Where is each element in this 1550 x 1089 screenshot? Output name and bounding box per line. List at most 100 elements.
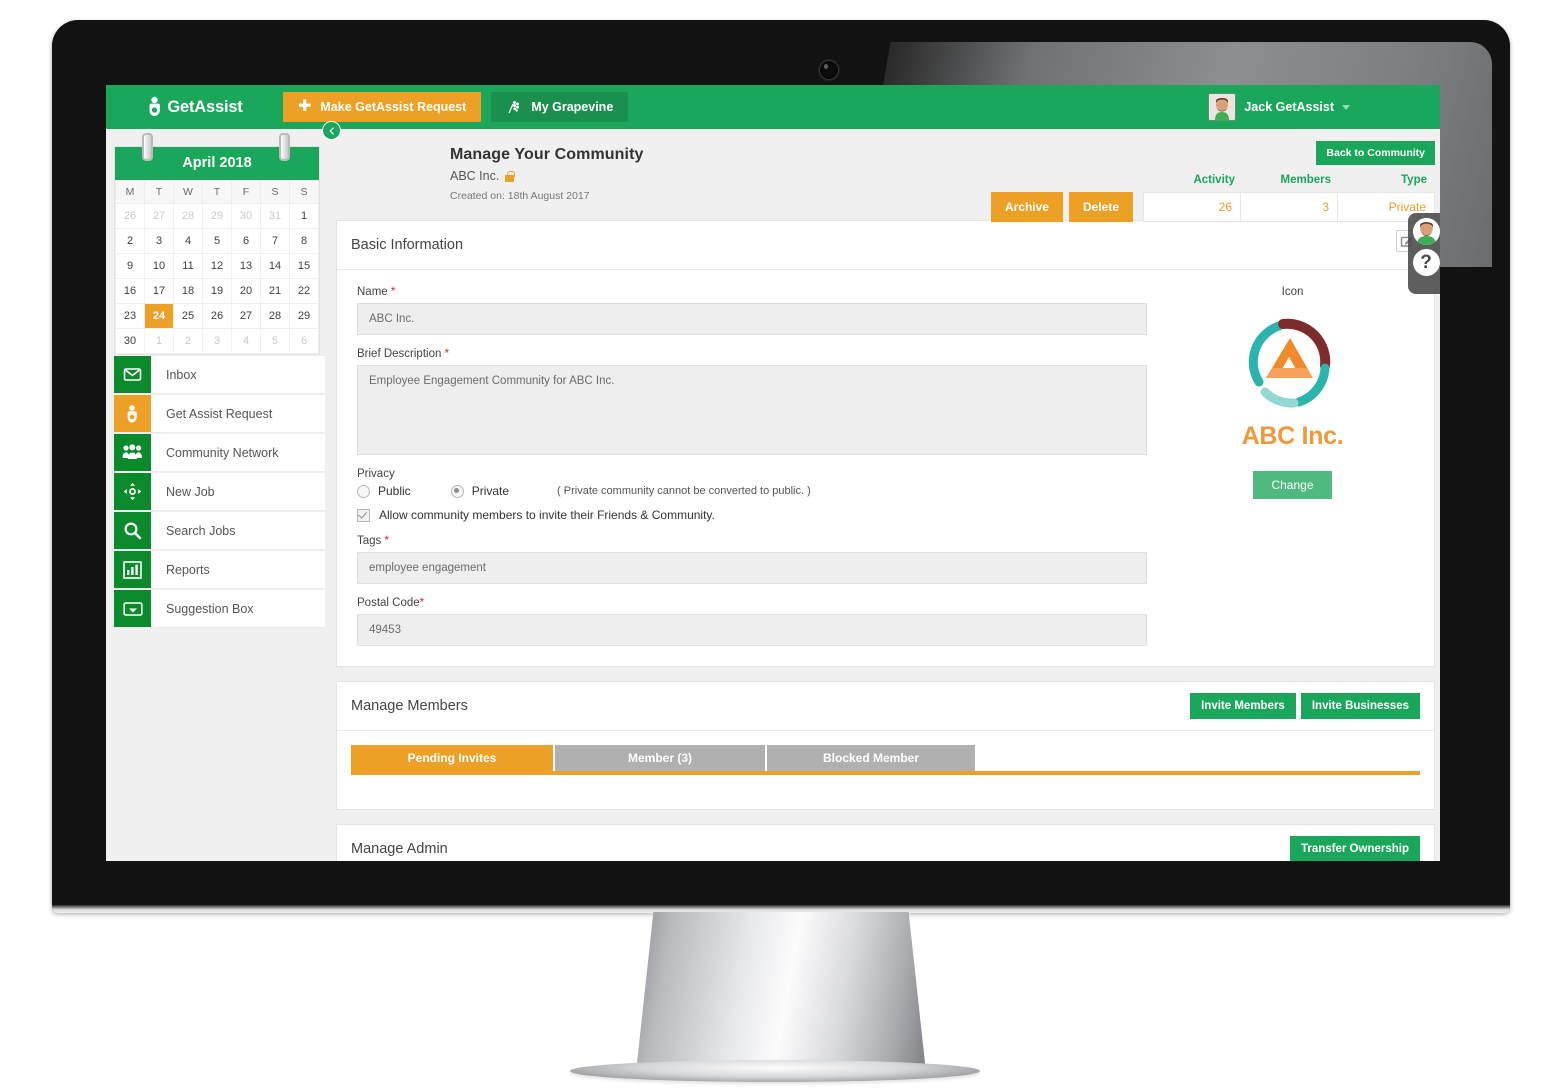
calendar-grid: MTWTFSS 26 27 28 29 30 31 1 2 3 4 5 6 7 8 9 10 11 12 13 14 1… xyxy=(115,180,319,354)
delete-button[interactable]: Delete xyxy=(1068,192,1133,222)
calendar-day[interactable]: 17 xyxy=(144,278,174,304)
description-label-text: Brief Description xyxy=(357,348,442,360)
sidebar-item-get-assist-request[interactable]: Get Assist Request xyxy=(114,395,325,433)
sidebar-item-label: New Job xyxy=(166,484,215,499)
help-question-icon[interactable]: ? xyxy=(1412,249,1440,276)
chevron-down-icon xyxy=(1342,104,1350,110)
calendar-widget[interactable]: April 2018 MTWTFSS 26 27 28 29 30 31 1 2 3 4 5 6 7 8 9… xyxy=(114,133,320,355)
tags-input[interactable]: employee engagement xyxy=(357,552,1147,584)
screenshot-stage: GetAssist ✚ Make GetAssist Request My Gr… xyxy=(0,0,1550,1089)
brand-logo[interactable]: GetAssist xyxy=(106,96,282,118)
name-label: Name * xyxy=(357,286,1147,298)
calendar-day[interactable]: 14 xyxy=(260,253,290,279)
calendar-day[interactable]: 13 xyxy=(231,253,261,279)
getassist-person-icon xyxy=(145,96,165,118)
calendar-day[interactable]: 5 xyxy=(202,228,232,254)
calendar-ring-left-icon xyxy=(142,133,153,161)
allow-invite-row: Allow community members to invite their … xyxy=(357,508,1147,522)
user-menu[interactable]: Jack GetAssist xyxy=(1208,93,1440,121)
calendar-day[interactable]: 29 xyxy=(202,203,232,229)
sidebar-item-label: Get Assist Request xyxy=(166,406,273,421)
community-icon-panel: Icon ABC Inc. Change xyxy=(1185,286,1400,646)
radio-public-label: Public xyxy=(378,484,411,498)
floating-help-panel: ? xyxy=(1408,213,1440,294)
sidebar-collapse-button[interactable] xyxy=(322,121,341,140)
sidebar-item-new-job[interactable]: New Job xyxy=(114,473,325,511)
calendar-week-row: 26 27 28 29 30 31 1 xyxy=(115,203,319,229)
calendar-day[interactable]: 9 xyxy=(115,253,145,279)
calendar-day[interactable]: 29 xyxy=(289,303,319,329)
name-input[interactable]: ABC Inc. xyxy=(357,303,1147,335)
calendar-day[interactable]: 24 xyxy=(144,303,174,329)
calendar-day[interactable]: 30 xyxy=(115,328,145,354)
tab-pending-invites[interactable]: Pending Invites xyxy=(351,745,553,771)
back-to-community-button[interactable]: Back to Community xyxy=(1316,141,1435,165)
calendar-week-row: 30 1 2 3 4 5 6 xyxy=(115,328,319,354)
radio-private[interactable] xyxy=(450,484,464,498)
tab-blocked-member[interactable]: Blocked Member xyxy=(767,745,975,771)
calendar-day[interactable]: 27 xyxy=(144,203,174,229)
sidebar-item-inbox[interactable]: Inbox xyxy=(114,356,325,394)
calendar-day[interactable]: 23 xyxy=(115,303,145,329)
sidebar-item-suggestion-box[interactable]: Suggestion Box xyxy=(114,590,325,628)
page-header: Manage Your Community ABC Inc. Created o… xyxy=(331,129,1440,222)
calendar-day[interactable]: 2 xyxy=(173,328,203,354)
required-asterisk: * xyxy=(419,597,425,609)
calendar-day[interactable]: 6 xyxy=(289,328,319,354)
sidebar-item-community-network[interactable]: Community Network xyxy=(114,434,325,472)
calendar-day[interactable]: 26 xyxy=(115,203,145,229)
radio-public[interactable] xyxy=(357,484,370,498)
calendar-day[interactable]: 30 xyxy=(231,203,261,229)
move-arrows-icon xyxy=(114,473,151,510)
calendar-weekday-3: T xyxy=(202,180,232,204)
calendar-weekday-4: F xyxy=(231,180,261,204)
allow-invite-checkbox[interactable] xyxy=(357,508,370,522)
calendar-day[interactable]: 31 xyxy=(260,203,290,229)
calendar-day[interactable]: 3 xyxy=(202,328,232,354)
calendar-day[interactable]: 2 xyxy=(115,228,145,254)
calendar-day[interactable]: 22 xyxy=(289,278,319,304)
calendar-day[interactable]: 16 xyxy=(115,278,145,304)
webcam-icon xyxy=(819,60,839,80)
my-grapevine-button[interactable]: My Grapevine xyxy=(491,92,629,122)
calendar-day[interactable]: 10 xyxy=(144,253,174,279)
description-textarea[interactable]: Employee Engagement Community for ABC In… xyxy=(357,365,1147,455)
tab-member-3-[interactable]: Member (3) xyxy=(555,745,765,771)
calendar-day[interactable]: 28 xyxy=(260,303,290,329)
calendar-day[interactable]: 7 xyxy=(260,228,290,254)
sidebar-item-reports[interactable]: Reports xyxy=(114,551,325,589)
calendar-day[interactable]: 4 xyxy=(173,228,203,254)
postal-code-input[interactable]: 49453 xyxy=(357,614,1147,646)
calendar-day[interactable]: 8 xyxy=(289,228,319,254)
stat-header-members: Members xyxy=(1280,174,1332,186)
sidebar-item-label: Search Jobs xyxy=(166,523,236,538)
calendar-day[interactable]: 18 xyxy=(173,278,203,304)
calendar-day[interactable]: 19 xyxy=(202,278,232,304)
calendar-day[interactable]: 12 xyxy=(202,253,232,279)
basic-information-title: Basic Information xyxy=(351,237,464,253)
support-avatar-icon[interactable] xyxy=(1412,218,1440,245)
make-getassist-request-button[interactable]: ✚ Make GetAssist Request xyxy=(283,92,482,122)
calendar-day[interactable]: 11 xyxy=(173,253,203,279)
sidebar-item-search-jobs[interactable]: Search Jobs xyxy=(114,512,325,550)
calendar-day[interactable]: 15 xyxy=(289,253,319,279)
calendar-day[interactable]: 27 xyxy=(231,303,261,329)
brand-text: GetAssist xyxy=(167,97,243,116)
calendar-day[interactable]: 21 xyxy=(260,278,290,304)
calendar-day[interactable]: 4 xyxy=(231,328,261,354)
calendar-day[interactable]: 26 xyxy=(202,303,232,329)
make-request-label: Make GetAssist Request xyxy=(320,100,467,114)
calendar-day[interactable]: 6 xyxy=(231,228,261,254)
calendar-day[interactable]: 5 xyxy=(260,328,290,354)
calendar-day[interactable]: 3 xyxy=(144,228,174,254)
calendar-day[interactable]: 1 xyxy=(144,328,174,354)
transfer-ownership-button[interactable]: Transfer Ownership xyxy=(1289,836,1420,861)
change-icon-button[interactable]: Change xyxy=(1253,471,1332,499)
calendar-day[interactable]: 1 xyxy=(289,203,319,229)
archive-button[interactable]: Archive xyxy=(990,192,1063,222)
invite-businesses-button[interactable]: Invite Businesses xyxy=(1300,693,1420,719)
calendar-day[interactable]: 20 xyxy=(231,278,261,304)
calendar-day[interactable]: 28 xyxy=(173,203,203,229)
calendar-day[interactable]: 25 xyxy=(173,303,203,329)
invite-members-button[interactable]: Invite Members xyxy=(1190,693,1296,719)
